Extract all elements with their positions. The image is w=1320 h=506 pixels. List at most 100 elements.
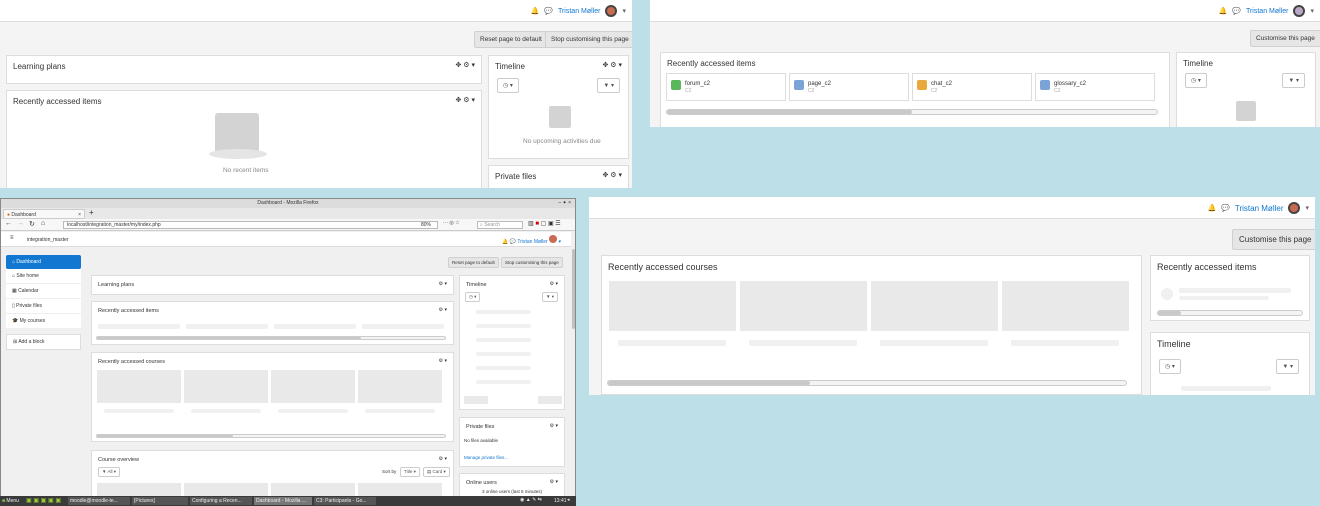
block-tools[interactable]: ✥ ⚙ ▾	[455, 96, 475, 104]
tray-icons[interactable]: ◉ ▲ ✎ ⇆	[520, 497, 542, 503]
message-icon[interactable]: 💬	[1221, 204, 1230, 212]
manage-files-link[interactable]: Manage private files...	[464, 455, 508, 460]
page-actions-icon[interactable]: ··· ◎ ☆	[443, 220, 460, 226]
site-name[interactable]: integration_master	[27, 237, 68, 243]
reset-page-button[interactable]: Reset page to default	[474, 31, 548, 48]
avatar[interactable]	[549, 235, 558, 243]
task-item[interactable]: [Pictures]	[132, 497, 188, 505]
task-item[interactable]: Dashboard - Mozilla ...	[254, 497, 312, 505]
bell-icon[interactable]: 🔔	[1219, 7, 1228, 15]
course-card[interactable]	[1002, 281, 1129, 331]
nav-item-my-courses[interactable]: 🎓 My courses	[6, 314, 81, 328]
avatar[interactable]	[1288, 202, 1301, 214]
customise-page-button[interactable]: Customise this page	[1250, 30, 1320, 47]
course-card[interactable]	[271, 370, 355, 403]
chevron-down-icon[interactable]: ▾	[622, 7, 626, 15]
task-item[interactable]: moodle@moodle-te...	[68, 497, 130, 505]
stop-customising-button[interactable]: Stop customising this page	[545, 31, 632, 48]
volume-icon[interactable]: ◂	[567, 497, 570, 503]
hamburger-icon[interactable]: ≡	[10, 235, 14, 241]
user-name[interactable]: Tristan Møller	[558, 8, 601, 15]
recent-item[interactable]: chat_c2 C2	[912, 73, 1032, 101]
horizontal-scrollbar[interactable]	[666, 109, 1158, 115]
bell-icon[interactable]: 🔔	[531, 7, 540, 15]
add-block-button[interactable]: ⊞ Add a block	[6, 334, 81, 350]
horizontal-scrollbar[interactable]	[96, 434, 446, 438]
sort-filter-dropdown[interactable]: ▼ ▾	[1282, 73, 1305, 88]
reset-page-button[interactable]: Reset page to default	[448, 257, 499, 268]
block-tools[interactable]: ⚙ ▾	[439, 307, 447, 313]
message-icon[interactable]: 💬	[544, 7, 553, 15]
sort-dropdown[interactable]: Title ▾	[400, 467, 420, 477]
bell-icon[interactable]: 🔔	[1207, 204, 1216, 212]
task-item[interactable]: Configuring a Recen...	[190, 497, 252, 505]
page-scrollbar[interactable]	[571, 247, 575, 497]
date-filter-dropdown[interactable]: ◷ ▾	[1185, 73, 1207, 88]
course-card[interactable]	[358, 370, 442, 403]
stop-customising-button[interactable]: Stop customising this page	[501, 257, 563, 268]
nav-item-calendar[interactable]: ▦ Calendar	[6, 284, 81, 299]
filter-dropdown[interactable]: ▼ All ▾	[98, 467, 120, 477]
toolbar-icons[interactable]: ▥ ■ ▢ ▣ ☰	[528, 220, 561, 227]
view-dropdown[interactable]: ▤ Card ▾	[423, 467, 450, 477]
block-tools[interactable]: ⚙ ▾	[439, 281, 447, 287]
sort-filter-dropdown[interactable]: ▼ ▾	[1276, 359, 1299, 374]
zoom-level[interactable]: 80%	[421, 222, 431, 229]
nav-item-site-home[interactable]: ⌂ Site home	[6, 269, 81, 284]
user-menu[interactable]: 🔔 💬 Tristan Møller ▾	[531, 0, 626, 22]
glossary-icon	[1040, 80, 1050, 90]
sort-filter-dropdown[interactable]: ▼ ▾	[597, 78, 620, 93]
date-filter-dropdown[interactable]: ◷ ▾	[1159, 359, 1181, 374]
block-tools[interactable]: ✥ ⚙ ▾	[602, 61, 622, 69]
recent-item[interactable]: forum_c2 C2	[666, 73, 786, 101]
recent-item[interactable]: page_c2 C2	[789, 73, 909, 101]
course-card[interactable]	[184, 370, 268, 403]
bell-icon[interactable]: 🔔	[502, 239, 508, 245]
reload-icon[interactable]: ↻	[29, 220, 35, 228]
tab-dashboard[interactable]: ● Dashboard ×	[3, 209, 85, 219]
horizontal-scrollbar[interactable]	[96, 336, 446, 340]
horizontal-scrollbar[interactable]	[1157, 310, 1303, 316]
chevron-down-icon[interactable]: ▾	[1310, 7, 1314, 15]
task-item[interactable]: C3: Participants - Go...	[314, 497, 376, 505]
block-tools[interactable]: ⚙ ▾	[550, 479, 558, 485]
url-bar[interactable]: localhost/integration_master/my/index.ph…	[63, 221, 438, 229]
block-tools[interactable]: ⚙ ▾	[439, 456, 447, 462]
recent-item[interactable]: glossary_c2 C2	[1035, 73, 1155, 101]
date-filter-dropdown[interactable]: ◷ ▾	[465, 292, 481, 302]
message-icon[interactable]: 💬	[510, 239, 516, 245]
back-icon[interactable]: ←	[5, 220, 12, 227]
user-name[interactable]: Tristan Møller	[1246, 8, 1289, 15]
block-tools[interactable]: ✥ ⚙ ▾	[455, 61, 475, 69]
avatar[interactable]	[1293, 5, 1306, 17]
user-name[interactable]: Tristan Møller	[1235, 204, 1284, 213]
user-menu[interactable]: 🔔 💬 Tristan Møller ▾	[502, 235, 561, 245]
new-tab-button[interactable]: +	[89, 208, 94, 217]
nav-item-private-files[interactable]: ▯ Private files	[6, 299, 81, 314]
block-tools[interactable]: ✥ ⚙ ▾	[602, 171, 622, 179]
forward-icon[interactable]: →	[17, 220, 24, 227]
user-menu[interactable]: 🔔 💬 Tristan Møller ▾	[1207, 197, 1309, 219]
course-card[interactable]	[871, 281, 998, 331]
chevron-down-icon[interactable]: ▾	[1305, 204, 1309, 212]
course-card[interactable]	[609, 281, 736, 331]
date-filter-dropdown[interactable]: ◷ ▾	[497, 78, 519, 93]
avatar[interactable]	[605, 5, 618, 17]
user-menu[interactable]: 🔔 💬 Tristan Møller ▾	[1219, 0, 1314, 22]
nav-item-dashboard[interactable]: ⌂ Dashboard	[6, 255, 81, 269]
course-card[interactable]	[97, 370, 181, 403]
menu-button[interactable]: ■ Menu	[2, 498, 19, 504]
block-tools[interactable]: ⚙ ▾	[550, 423, 558, 429]
horizontal-scrollbar[interactable]	[607, 380, 1127, 386]
window-controls[interactable]: – ✦ ×	[558, 199, 571, 208]
block-tools[interactable]: ⚙ ▾	[439, 358, 447, 364]
customise-page-button[interactable]: Customise this page	[1232, 229, 1315, 250]
close-tab-icon[interactable]: ×	[78, 212, 81, 218]
sort-filter-dropdown[interactable]: ▼ ▾	[542, 292, 558, 302]
course-card[interactable]	[740, 281, 867, 331]
search-field[interactable]: ⌕ Search	[477, 221, 523, 229]
launcher-icons[interactable]: ▣ ▣ ▣ ▣ ▣	[26, 497, 61, 504]
block-tools[interactable]: ⚙ ▾	[550, 281, 558, 287]
home-icon[interactable]: ⌂	[41, 220, 45, 227]
message-icon[interactable]: 💬	[1232, 7, 1241, 15]
